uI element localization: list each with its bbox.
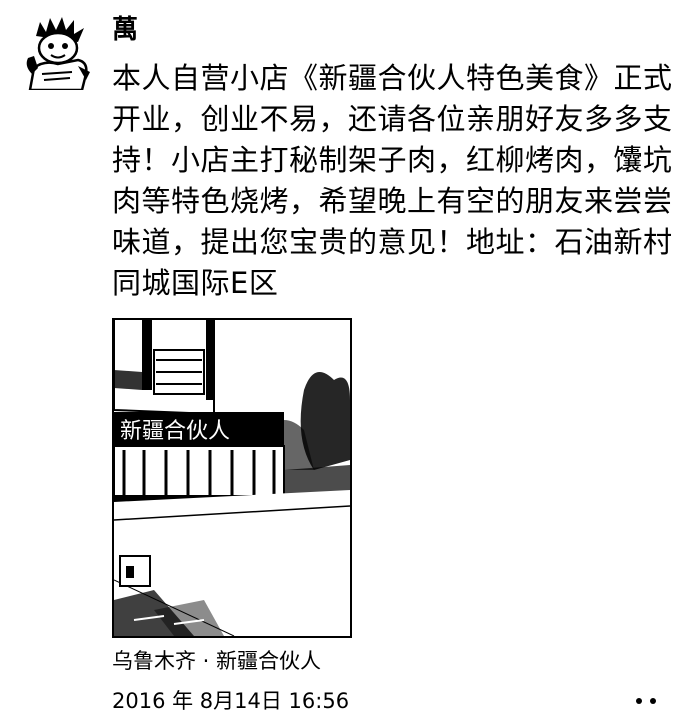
- timestamp: 2016 年 8月14日 16:56: [112, 689, 350, 713]
- dot: [636, 698, 642, 704]
- location-link[interactable]: 乌鲁木齐 · 新疆合伙人: [112, 646, 321, 676]
- dot: [650, 698, 656, 704]
- avatar[interactable]: [20, 14, 96, 90]
- more-dots-icon[interactable]: [628, 688, 664, 714]
- moments-post: 萬 本人自营小店《新疆合伙人特色美食》正式开业，创业不易，还请各位亲朋好友多多支…: [0, 0, 690, 725]
- username[interactable]: 萬: [112, 12, 138, 48]
- cartoon-avatar-icon: [20, 14, 96, 90]
- post-photo[interactable]: 新疆合伙人: [112, 318, 352, 638]
- store-sign-text: 新疆合伙人: [120, 419, 230, 444]
- post-text: 本人自营小店《新疆合伙人特色美食》正式开业，创业不易，还请各位亲朋好友多多支持！…: [112, 61, 673, 300]
- storefront-photo: 新疆合伙人: [114, 320, 350, 636]
